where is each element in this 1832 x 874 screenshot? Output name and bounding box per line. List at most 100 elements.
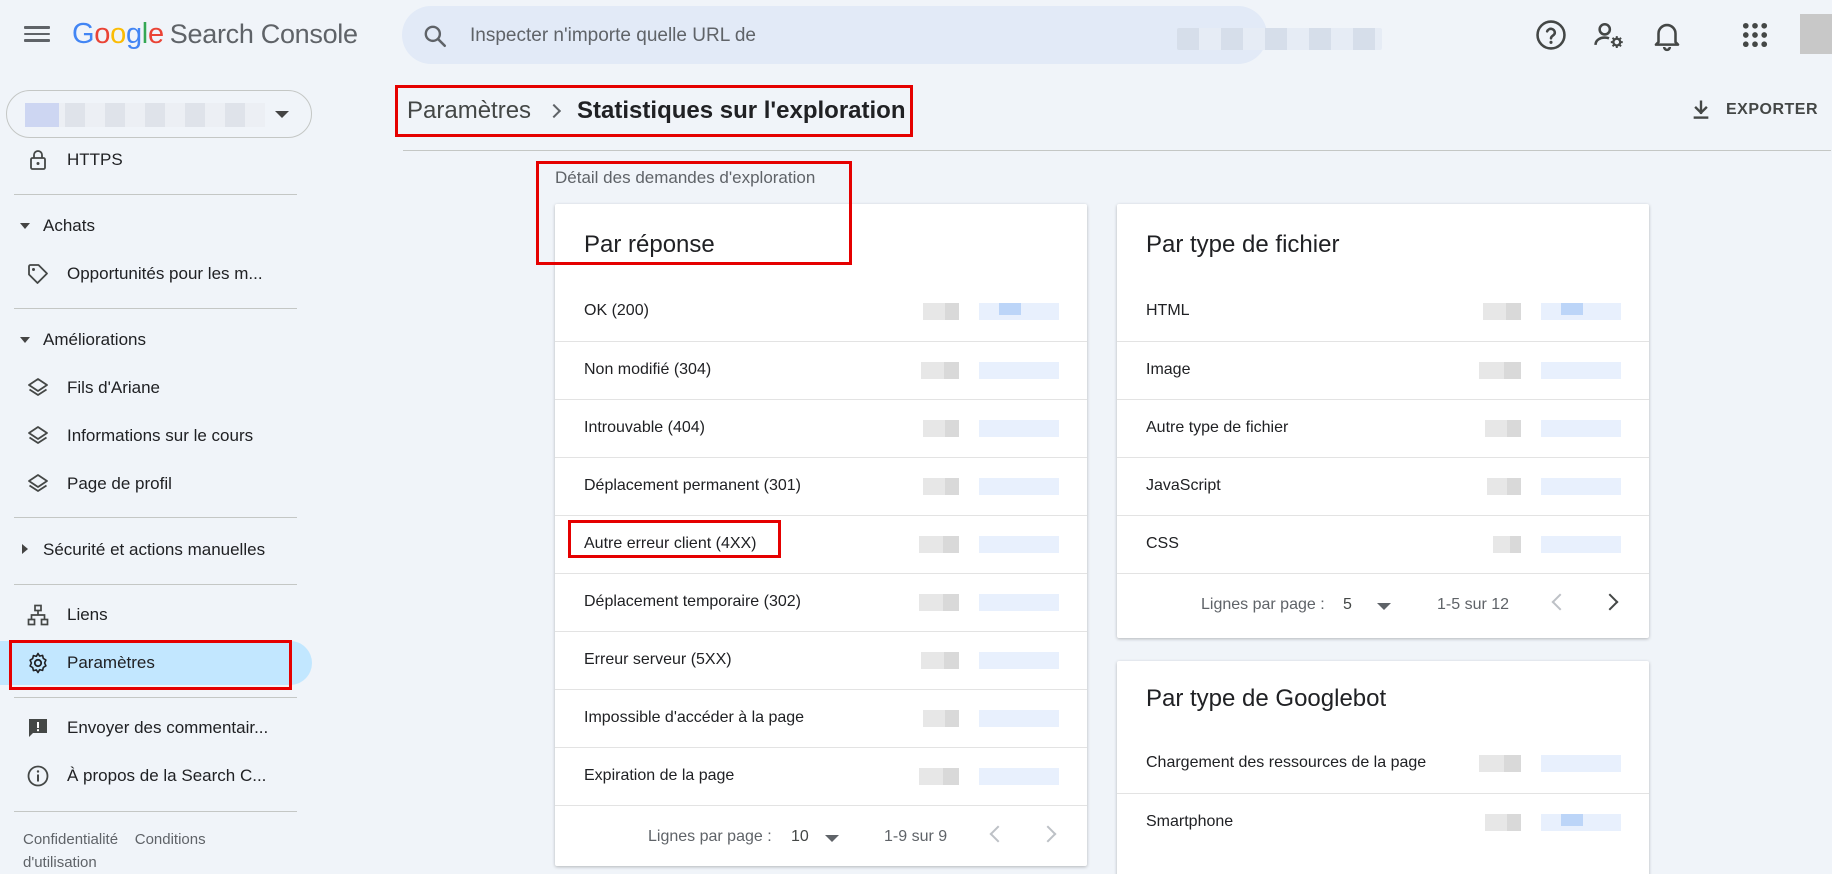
table-row[interactable]: Non modifié (304) xyxy=(555,341,1087,399)
table-row[interactable]: Chargement des ressources de la page xyxy=(1117,735,1649,793)
account-avatar[interactable] xyxy=(1800,14,1832,54)
blurred-percentage xyxy=(1541,536,1621,553)
breadcrumb-parent[interactable]: Paramètres xyxy=(407,97,531,125)
logo-letter: e xyxy=(147,18,164,50)
row-label: Impossible d'accéder à la page xyxy=(584,709,805,726)
sidebar-item-label: Page de profil xyxy=(67,474,172,493)
blurred-value xyxy=(919,536,959,553)
blurred-value xyxy=(923,303,959,320)
blurred-value xyxy=(1485,814,1521,831)
chevron-right-icon[interactable] xyxy=(1601,593,1619,611)
rows-per-page-select[interactable]: 10 xyxy=(791,828,809,846)
blurred-domain xyxy=(1177,28,1382,50)
expand-arrow-icon xyxy=(22,544,28,554)
table-row[interactable]: Autre type de fichier xyxy=(1117,399,1649,457)
sidebar-section-achats[interactable]: Achats xyxy=(0,206,312,246)
sidebar-item-label: À propos de la Search C... xyxy=(67,766,267,785)
sidebar-item-page-profil[interactable]: Page de profil xyxy=(0,462,312,506)
gear-icon xyxy=(29,652,47,674)
card-by-file-type: Par type de fichier HTML Image Autre typ… xyxy=(1117,204,1649,638)
apps-grid-icon[interactable] xyxy=(1738,18,1772,52)
blurred-percentage xyxy=(979,768,1059,785)
sidebar-section-ameliorations[interactable]: Améliorations xyxy=(0,320,312,360)
blurred-value xyxy=(1487,478,1521,495)
section-title: Détail des demandes d'exploration xyxy=(555,168,816,187)
blurred-value xyxy=(1483,303,1521,320)
table-row[interactable]: Smartphone xyxy=(1117,793,1649,851)
property-selector[interactable] xyxy=(6,90,312,138)
page-range: 1-5 sur 12 xyxy=(1437,596,1510,613)
chevron-left-icon[interactable] xyxy=(989,825,1007,843)
chevron-right-icon xyxy=(546,103,562,119)
export-button[interactable]: EXPORTER xyxy=(1690,98,1818,122)
sidebar-item-label: Opportunités pour les m... xyxy=(67,264,263,283)
table-row[interactable]: Autre erreur client (4XX) xyxy=(555,515,1087,573)
blurred-percentage xyxy=(1541,420,1621,437)
table-row[interactable]: JavaScript xyxy=(1117,457,1649,515)
table-row[interactable]: OK (200) xyxy=(555,283,1087,341)
sidebar-item-liens[interactable]: Liens xyxy=(0,593,312,637)
lock-icon xyxy=(30,150,46,170)
divider xyxy=(14,697,297,698)
chevron-down-icon[interactable] xyxy=(825,835,839,842)
sitemap-icon xyxy=(27,604,49,626)
chevron-left-icon[interactable] xyxy=(1551,593,1569,611)
notifications-bell-icon[interactable] xyxy=(1650,18,1684,52)
info-icon xyxy=(27,765,49,787)
row-label: Déplacement temporaire (302) xyxy=(584,593,801,610)
sidebar-item-opportunites[interactable]: Opportunités pour les m... xyxy=(0,252,312,296)
table-row[interactable]: Expiration de la page xyxy=(555,747,1087,805)
menu-icon[interactable] xyxy=(24,22,50,48)
sidebar-item-https[interactable]: HTTPS xyxy=(0,138,312,182)
table-row[interactable]: HTML xyxy=(1117,283,1649,341)
table-row[interactable]: Erreur serveur (5XX) xyxy=(555,631,1087,689)
top-bar: Google Search Console Inspecter n'importe… xyxy=(0,0,1832,70)
terms-link-continued[interactable]: d'utilisation xyxy=(23,854,97,871)
rows-per-page-label: Lignes par page : xyxy=(1201,596,1325,613)
blurred-value xyxy=(921,652,959,669)
rows-per-page-select[interactable]: 5 xyxy=(1343,596,1352,614)
table-row[interactable]: Impossible d'accéder à la page xyxy=(555,689,1087,747)
divider xyxy=(14,811,297,812)
sidebar-item-parametres[interactable]: Paramètres xyxy=(0,641,312,685)
section-label: Améliorations xyxy=(43,330,146,349)
help-icon[interactable] xyxy=(1534,18,1568,52)
chevron-down-icon[interactable] xyxy=(1377,603,1391,610)
row-label: Introuvable (404) xyxy=(584,419,705,436)
chevron-right-icon[interactable] xyxy=(1039,825,1057,843)
sidebar-item-fils-ariane[interactable]: Fils d'Ariane xyxy=(0,366,312,410)
sidebar-item-label: Liens xyxy=(67,605,108,624)
sidebar-section-securite[interactable]: Sécurité et actions manuelles xyxy=(0,530,312,570)
blurred-value xyxy=(1479,362,1521,379)
row-label: Expiration de la page xyxy=(584,767,735,784)
sidebar-item-informations-cours[interactable]: Informations sur le cours xyxy=(0,414,312,458)
manage-users-icon[interactable] xyxy=(1592,18,1626,52)
sidebar-item-label: Paramètres xyxy=(67,653,155,672)
layers-icon xyxy=(28,474,48,492)
sidebar-item-a-propos[interactable]: À propos de la Search C... xyxy=(0,754,312,798)
table-row[interactable]: Déplacement temporaire (302) xyxy=(555,573,1087,631)
blurred-value xyxy=(919,768,959,785)
blurred-percentage xyxy=(1541,478,1621,495)
logo[interactable]: Google Search Console xyxy=(72,18,358,51)
divider xyxy=(14,517,297,518)
table-row[interactable]: Introuvable (404) xyxy=(555,399,1087,457)
blurred-percentage xyxy=(979,478,1059,495)
sidebar-item-commentaires[interactable]: Envoyer des commentair... xyxy=(0,706,312,750)
terms-link[interactable]: Conditions xyxy=(135,831,206,848)
blurred-percentage xyxy=(979,536,1059,553)
blurred-value xyxy=(921,362,959,379)
blurred-percentage xyxy=(1541,303,1621,320)
download-icon xyxy=(1693,100,1709,119)
page-title: Statistiques sur l'exploration xyxy=(577,97,906,124)
url-inspect-search[interactable]: Inspecter n'importe quelle URL de xyxy=(402,6,1382,64)
blurred-value xyxy=(1485,420,1521,437)
divider xyxy=(14,194,297,195)
privacy-link[interactable]: Confidentialité xyxy=(23,831,118,848)
row-label: JavaScript xyxy=(1146,477,1221,494)
table-row[interactable]: Déplacement permanent (301) xyxy=(555,457,1087,515)
divider xyxy=(403,150,1831,151)
page-range: 1-9 sur 9 xyxy=(884,828,948,845)
table-row[interactable]: CSS xyxy=(1117,515,1649,573)
table-row[interactable]: Image xyxy=(1117,341,1649,399)
